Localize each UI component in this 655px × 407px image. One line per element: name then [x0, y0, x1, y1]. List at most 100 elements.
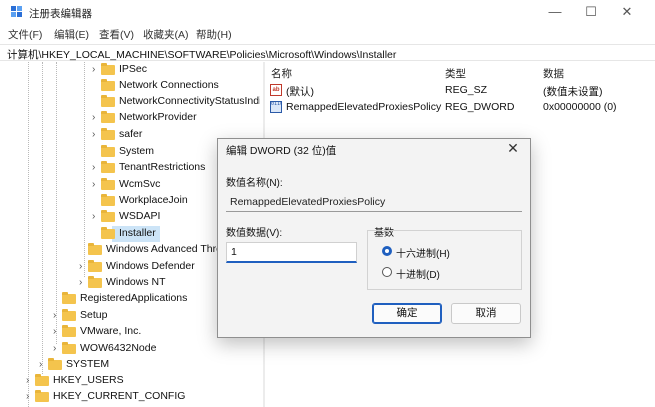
folder-icon	[35, 390, 49, 402]
tree-item-label: IPSec	[119, 63, 148, 75]
chevron-right-icon[interactable]: ›	[92, 162, 100, 174]
address-path[interactable]: 计算机\HKEY_LOCAL_MACHINE\SOFTWARE\Policies…	[7, 47, 396, 62]
value-name: RemappedElevatedProxiesPolicy	[286, 101, 442, 113]
tree-item-label: WOW6432Node	[80, 342, 157, 354]
tree-item-label: VMware, Inc.	[80, 325, 142, 337]
folder-icon	[101, 145, 115, 157]
chevron-right-icon[interactable]: ›	[26, 375, 34, 387]
chevron-right-icon[interactable]: ›	[53, 343, 61, 355]
minimize-button[interactable]: —	[542, 3, 568, 21]
base-group: 十六进制(H) 十进制(D)	[367, 230, 522, 290]
dword-value-icon: 0110	[270, 101, 282, 113]
value-type: REG_DWORD	[445, 101, 515, 113]
value-data: (数值未设置)	[543, 86, 603, 98]
menu-bar: 文件(F) 编辑(E) 查看(V) 收藏夹(A) 帮助(H)	[0, 26, 655, 41]
tree-item-label: Network Connections	[119, 79, 219, 91]
tree-item-label: System	[119, 145, 155, 157]
table-row[interactable]: 0110 RemappedElevatedProxiesPolicy REG_D…	[265, 100, 645, 116]
value-name-field: RemappedElevatedProxiesPolicy	[226, 192, 522, 212]
tree-item-label: WSDAPI	[119, 210, 161, 222]
value-type: REG_SZ	[445, 84, 488, 96]
window-title: 注册表编辑器	[29, 8, 92, 20]
folder-icon	[101, 194, 115, 206]
menu-file[interactable]: 文件(F)	[8, 27, 42, 42]
column-header-name[interactable]: 名称	[271, 66, 292, 81]
menu-view[interactable]: 查看(V)	[99, 27, 134, 42]
chevron-right-icon[interactable]: ›	[53, 310, 61, 322]
chevron-right-icon[interactable]: ›	[92, 129, 100, 141]
table-row[interactable]: ab (默认) REG_SZ (数值未设置)	[265, 83, 645, 99]
chevron-right-icon[interactable]: ›	[39, 359, 47, 371]
close-button[interactable]: ✕	[614, 3, 640, 21]
tree-item-label: HKEY_USERS	[53, 374, 124, 386]
folder-icon	[101, 63, 115, 75]
column-header-type[interactable]: 类型	[445, 66, 466, 81]
maximize-button[interactable]: ☐	[578, 3, 604, 21]
value-data: 0x00000000 (0)	[543, 101, 617, 113]
folder-icon	[88, 276, 102, 288]
value-data-input[interactable]	[226, 242, 357, 263]
tree-guide-line	[28, 62, 29, 407]
tree-item-label: TenantRestrictions	[119, 161, 206, 173]
title-bar: 注册表编辑器 — ☐ ✕	[0, 0, 655, 24]
folder-icon	[62, 309, 76, 321]
tree-guide-line	[42, 62, 43, 374]
hex-radio-label[interactable]: 十六进制(H)	[396, 245, 450, 260]
address-bar[interactable]: 计算机\HKEY_LOCAL_MACHINE\SOFTWARE\Policies…	[0, 44, 655, 61]
value-data-label: 数值数据(V):	[226, 228, 283, 239]
folder-icon	[101, 227, 115, 239]
hex-radio[interactable]	[382, 246, 392, 256]
chevron-right-icon[interactable]: ›	[92, 179, 100, 191]
edit-dword-dialog: 编辑 DWORD (32 位)值 ✕ 数值名称(N): RemappedElev…	[217, 138, 531, 338]
folder-icon	[35, 374, 49, 386]
registry-editor-icon	[11, 6, 23, 18]
tree-item-label: WorkplaceJoin	[119, 194, 188, 206]
folder-icon	[62, 325, 76, 337]
tree-item-label: WcmSvc	[119, 178, 161, 190]
folder-icon	[48, 358, 62, 370]
tree-item-label: Windows Defender	[106, 260, 195, 272]
cancel-button[interactable]: 取消	[451, 303, 521, 324]
tree-guide-line	[84, 62, 85, 277]
column-header-data[interactable]: 数据	[543, 66, 564, 81]
decimal-radio-label[interactable]: 十进制(D)	[396, 266, 440, 281]
dialog-close-button[interactable]: ✕	[502, 139, 524, 157]
tree-item-label: Installer	[119, 227, 156, 239]
chevron-right-icon[interactable]: ›	[53, 326, 61, 338]
folder-icon	[62, 342, 76, 354]
ok-button[interactable]: 确定	[372, 303, 442, 324]
folder-icon	[88, 243, 102, 255]
folder-icon	[101, 79, 115, 91]
value-name: (默认)	[286, 86, 314, 98]
folder-icon	[101, 95, 115, 107]
tree-item-label: Setup	[80, 309, 108, 321]
chevron-right-icon[interactable]: ›	[79, 277, 87, 289]
folder-icon	[101, 178, 115, 190]
chevron-right-icon[interactable]: ›	[79, 261, 87, 273]
menu-edit[interactable]: 编辑(E)	[54, 27, 89, 42]
decimal-radio[interactable]	[382, 267, 392, 277]
tree-guide-line	[56, 62, 57, 344]
folder-icon	[101, 111, 115, 123]
chevron-right-icon[interactable]: ›	[92, 112, 100, 124]
folder-icon	[62, 292, 76, 304]
folder-icon	[88, 260, 102, 272]
chevron-right-icon[interactable]: ›	[26, 391, 34, 403]
menu-help[interactable]: 帮助(H)	[196, 27, 232, 42]
tree-item-label: NetworkConnectivityStatusIndicator	[119, 95, 260, 107]
folder-icon	[101, 210, 115, 222]
string-value-icon: ab	[270, 84, 282, 96]
tree-item-label: NetworkProvider	[119, 111, 197, 123]
tree-item-label: SYSTEM	[66, 358, 110, 370]
folder-icon	[101, 128, 115, 140]
tree-item-label: safer	[119, 128, 143, 140]
value-name-label: 数值名称(N):	[226, 178, 283, 189]
menu-favorites[interactable]: 收藏夹(A)	[143, 27, 189, 42]
dialog-title: 编辑 DWORD (32 位)值	[226, 145, 337, 157]
tree-item-label: RegisteredApplications	[80, 292, 188, 304]
chevron-right-icon[interactable]: ›	[92, 211, 100, 223]
chevron-right-icon[interactable]: ›	[92, 64, 100, 76]
folder-icon	[101, 161, 115, 173]
tree-item-label: HKEY_CURRENT_CONFIG	[53, 390, 186, 402]
tree-item-label: Windows NT	[106, 276, 166, 288]
